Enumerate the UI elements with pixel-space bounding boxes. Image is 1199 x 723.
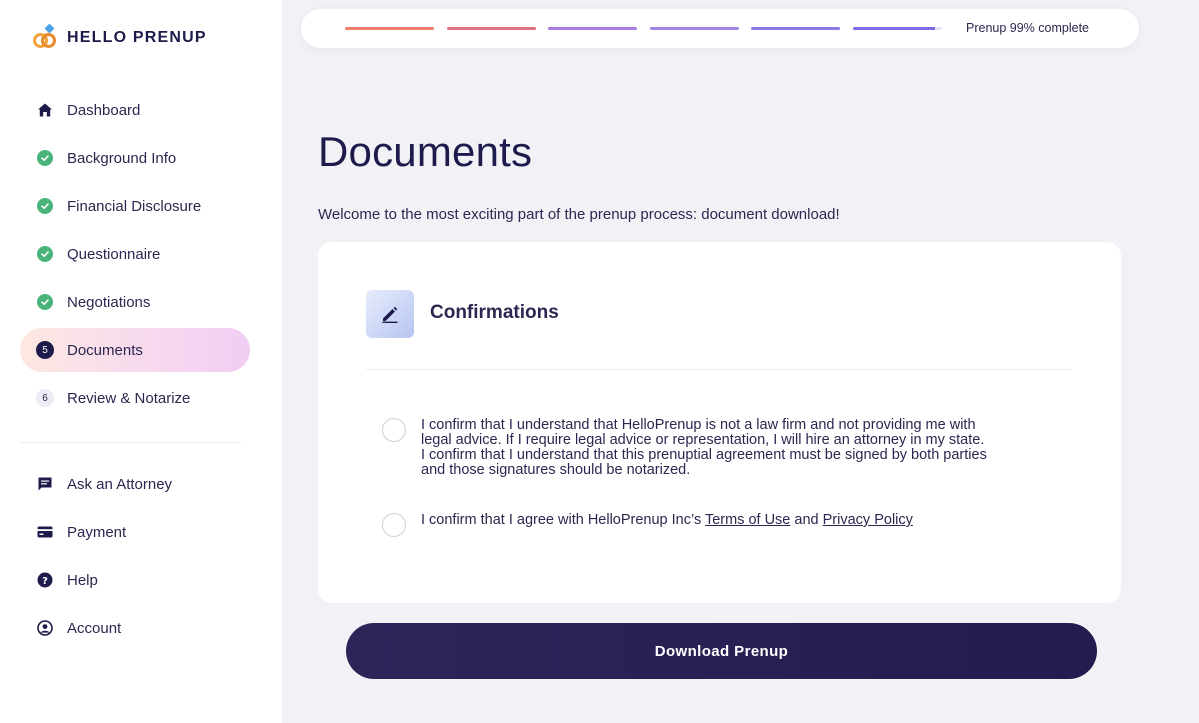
confirm-radio[interactable] — [382, 513, 406, 537]
credit-card-icon — [36, 523, 54, 541]
sidebar-nav: Dashboard Background Info Financial Disc… — [20, 88, 250, 424]
step-number-badge: 5 — [36, 341, 54, 359]
sidebar-item-label: Account — [67, 619, 122, 637]
sidebar-item-label: Financial Disclosure — [67, 197, 202, 215]
progress-segment — [649, 27, 739, 30]
sidebar-item-label: Payment — [67, 523, 127, 541]
sidebar-item-label: Documents — [67, 341, 143, 359]
confirmation-legal-advice[interactable]: I confirm that I understand that HelloPr… — [382, 418, 1061, 478]
rings-logo-icon — [33, 23, 59, 51]
progress-segment — [446, 27, 536, 30]
help-icon: ? — [36, 571, 54, 589]
page-title: Documents — [318, 128, 533, 175]
check-circle-icon — [36, 245, 54, 263]
sidebar-item-help[interactable]: ? Help — [20, 558, 250, 602]
sidebar-item-label: Ask an Attorney — [67, 475, 173, 493]
page-subtitle: Welcome to the most exciting part of the… — [318, 206, 840, 223]
sidebar-item-ask-attorney[interactable]: Ask an Attorney — [20, 462, 250, 506]
step-number-badge: 6 — [36, 389, 54, 407]
sidebar-item-account[interactable]: Account — [20, 606, 250, 650]
confirmation-text: I confirm that I agree with HelloPrenup … — [421, 512, 913, 528]
sidebar-item-documents[interactable]: 5 Documents — [20, 328, 250, 372]
sidebar-item-background-info[interactable]: Background Info — [20, 136, 250, 180]
download-prenup-button[interactable]: Download Prenup — [346, 623, 1097, 679]
check-circle-icon — [36, 197, 54, 215]
home-icon — [36, 101, 54, 119]
check-circle-icon — [36, 149, 54, 167]
sidebar-item-label: Dashboard — [67, 101, 141, 119]
sidebar-item-dashboard[interactable]: Dashboard — [20, 88, 250, 132]
progress-segment — [345, 27, 434, 30]
progress-bar: Prenup 99% complete — [301, 9, 1139, 48]
privacy-policy-link[interactable]: Privacy Policy — [823, 512, 913, 528]
card-title: Confirmations — [430, 302, 559, 323]
sidebar-item-financial-disclosure[interactable]: Financial Disclosure — [20, 184, 250, 228]
sidebar-item-payment[interactable]: Payment — [20, 510, 250, 554]
brand-logo[interactable]: HELLO PRENUP — [33, 23, 207, 52]
sidebar-item-label: Review & Notarize — [67, 389, 191, 407]
confirmation-text: I confirm that I understand that HelloPr… — [421, 417, 987, 478]
check-circle-icon — [36, 293, 54, 311]
brand-name: HELLO PRENUP — [67, 29, 207, 46]
confirmations-card: Confirmations I confirm that I understan… — [318, 242, 1121, 603]
sidebar-item-questionnaire[interactable]: Questionnaire — [20, 232, 250, 276]
account-icon — [36, 619, 54, 637]
progress-segment — [852, 27, 942, 30]
chat-icon — [36, 475, 54, 493]
sidebar-item-label: Background Info — [67, 149, 177, 167]
progress-segment — [548, 27, 637, 30]
sidebar-item-label: Help — [67, 571, 98, 589]
card-divider — [366, 369, 1072, 370]
confirm-radio[interactable] — [382, 418, 406, 442]
sidebar-item-label: Questionnaire — [67, 245, 161, 263]
svg-text:?: ? — [42, 576, 48, 587]
progress-label: Prenup 99% complete — [966, 21, 1089, 35]
sidebar-item-review-notarize[interactable]: 6 Review & Notarize — [20, 376, 250, 420]
sidebar-item-label: Negotiations — [67, 293, 151, 311]
confirmation-terms[interactable]: I confirm that I agree with HelloPrenup … — [382, 513, 1061, 537]
progress-segment — [751, 27, 840, 30]
pencil-icon — [366, 290, 414, 338]
sidebar-divider — [20, 442, 241, 443]
sidebar-secondary-nav: Ask an Attorney Payment ? Help Account — [20, 462, 250, 654]
sidebar-item-negotiations[interactable]: Negotiations — [20, 280, 250, 324]
terms-of-use-link[interactable]: Terms of Use — [705, 512, 790, 528]
sidebar: HELLO PRENUP Dashboard Background Info F… — [0, 0, 282, 723]
